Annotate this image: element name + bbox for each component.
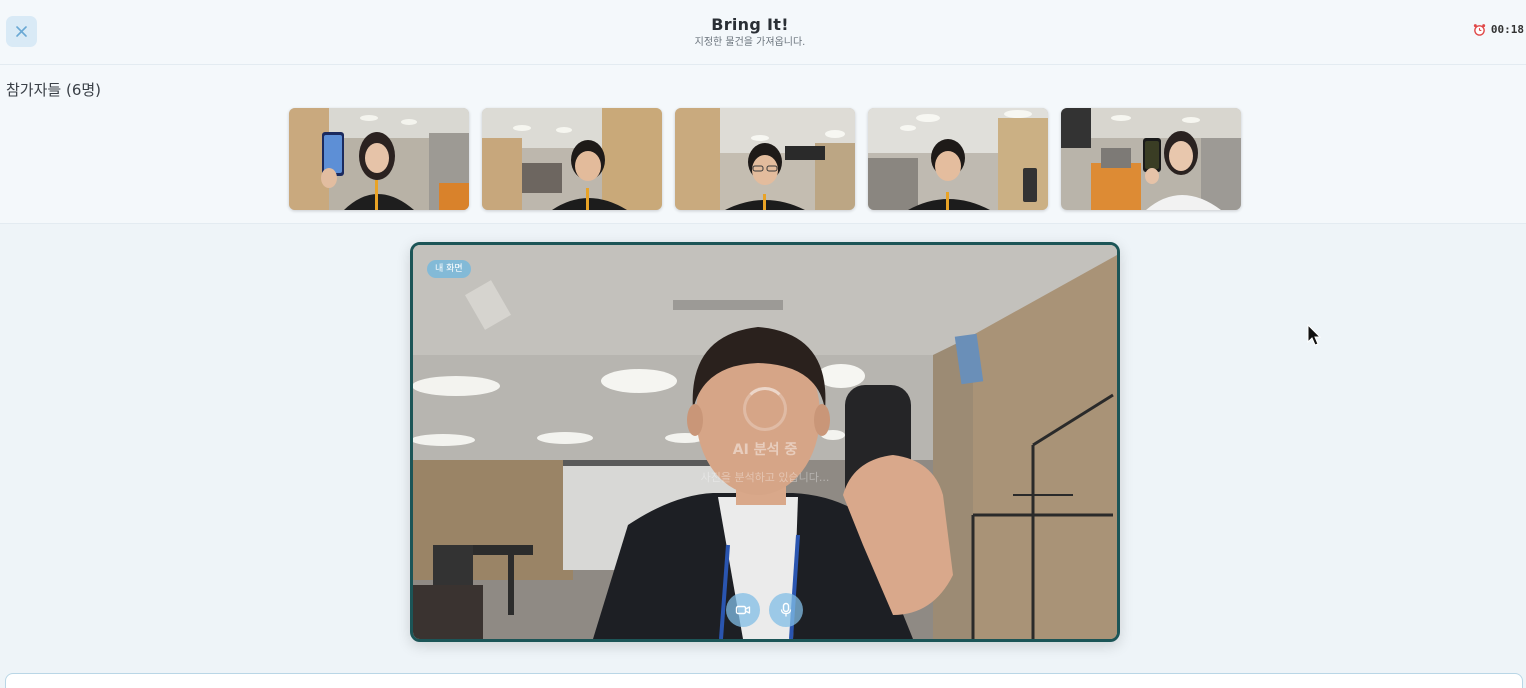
participants-section: 참가자들 (6명) xyxy=(0,65,1526,224)
participant-video-5[interactable] xyxy=(1061,108,1241,210)
title-block: Bring It! 지정한 물건을 가져옵니다. xyxy=(0,15,1500,50)
ai-analysis-overlay: AI 분석 중 사진을 분석하고 있습니다... xyxy=(413,387,1117,485)
camera-icon xyxy=(735,605,751,615)
ai-status-subtitle: 사진을 분석하고 있습니다... xyxy=(700,471,830,484)
camera-toggle-button[interactable] xyxy=(726,593,760,627)
page-subtitle: 지정한 물건을 가져옵니다. xyxy=(694,37,806,48)
page-title: Bring It! xyxy=(711,15,789,34)
timer: 00:18 xyxy=(1473,23,1524,36)
alarm-clock-icon xyxy=(1473,24,1486,36)
participants-title: 참가자들 (6명) xyxy=(6,81,102,99)
participant-video-2[interactable] xyxy=(482,108,662,210)
ai-status-title: AI 분석 중 xyxy=(732,442,798,458)
loading-spinner-icon xyxy=(743,387,787,431)
participant-video-3[interactable] xyxy=(675,108,855,210)
mouse-cursor-icon xyxy=(1307,324,1322,346)
top-header: Bring It! 지정한 물건을 가져옵니다. 00:18 xyxy=(0,0,1526,65)
participant-video-4[interactable] xyxy=(868,108,1048,210)
bottom-panel xyxy=(5,673,1523,688)
timer-value: 00:18 xyxy=(1490,23,1524,36)
my-video: 내 화면 AI 분석 중 사진을 분석하고 있습니다... xyxy=(410,242,1120,642)
microphone-icon xyxy=(780,602,792,617)
microphone-toggle-button[interactable] xyxy=(769,593,803,627)
my-screen-badge: 내 화면 xyxy=(427,260,471,278)
participant-video-1[interactable] xyxy=(289,108,469,210)
